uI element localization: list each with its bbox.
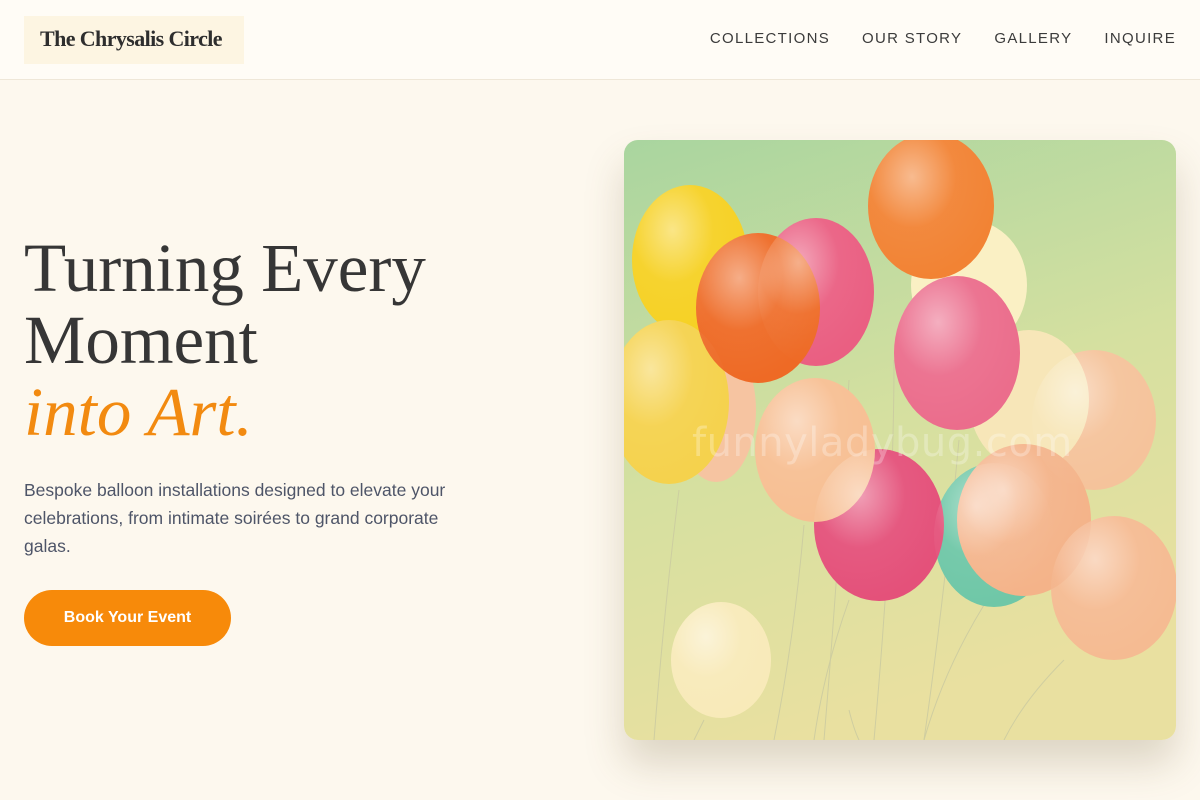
book-event-button[interactable]: Book Your Event — [24, 590, 231, 646]
nav-link-inquire[interactable]: INQUIRE — [1104, 30, 1176, 47]
site-header: The Chrysalis Circle COLLECTIONS OUR STO… — [0, 0, 1200, 80]
nav-link-collections[interactable]: COLLECTIONS — [710, 30, 830, 47]
headline-line-2: Moment — [24, 302, 258, 378]
brand-logo[interactable]: The Chrysalis Circle — [24, 16, 244, 64]
headline-accent: into Art. — [24, 374, 253, 450]
nav-link-gallery[interactable]: GALLERY — [994, 30, 1072, 47]
hero-description: Bespoke balloon installations designed t… — [24, 480, 446, 556]
headline-line-1: Turning Every — [24, 230, 426, 306]
hero-headline: Turning Every Moment into Art. — [24, 232, 544, 448]
main-nav: COLLECTIONS OUR STORY GALLERY INQUIRE — [710, 30, 1176, 47]
nav-link-our-story[interactable]: OUR STORY — [862, 30, 962, 47]
hero-balloon-image — [624, 140, 1176, 740]
